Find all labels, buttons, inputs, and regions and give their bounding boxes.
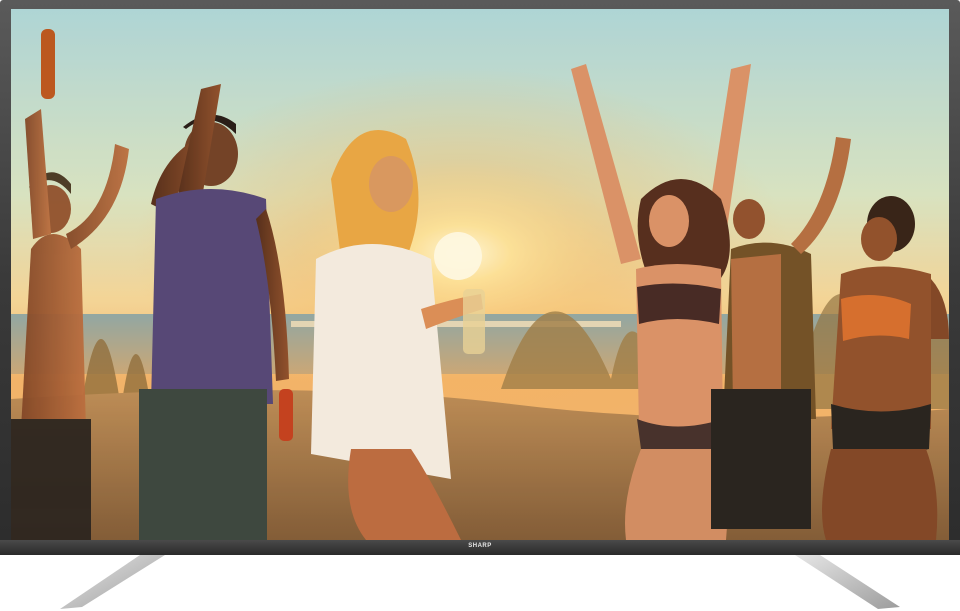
beach-party-sunset-image [11, 9, 949, 540]
brand-logo: SHARP [468, 543, 492, 549]
tv-screen [11, 9, 949, 540]
tv-stand [60, 555, 900, 609]
stand-leg-left [60, 555, 165, 609]
stand-leg-right [795, 555, 900, 609]
